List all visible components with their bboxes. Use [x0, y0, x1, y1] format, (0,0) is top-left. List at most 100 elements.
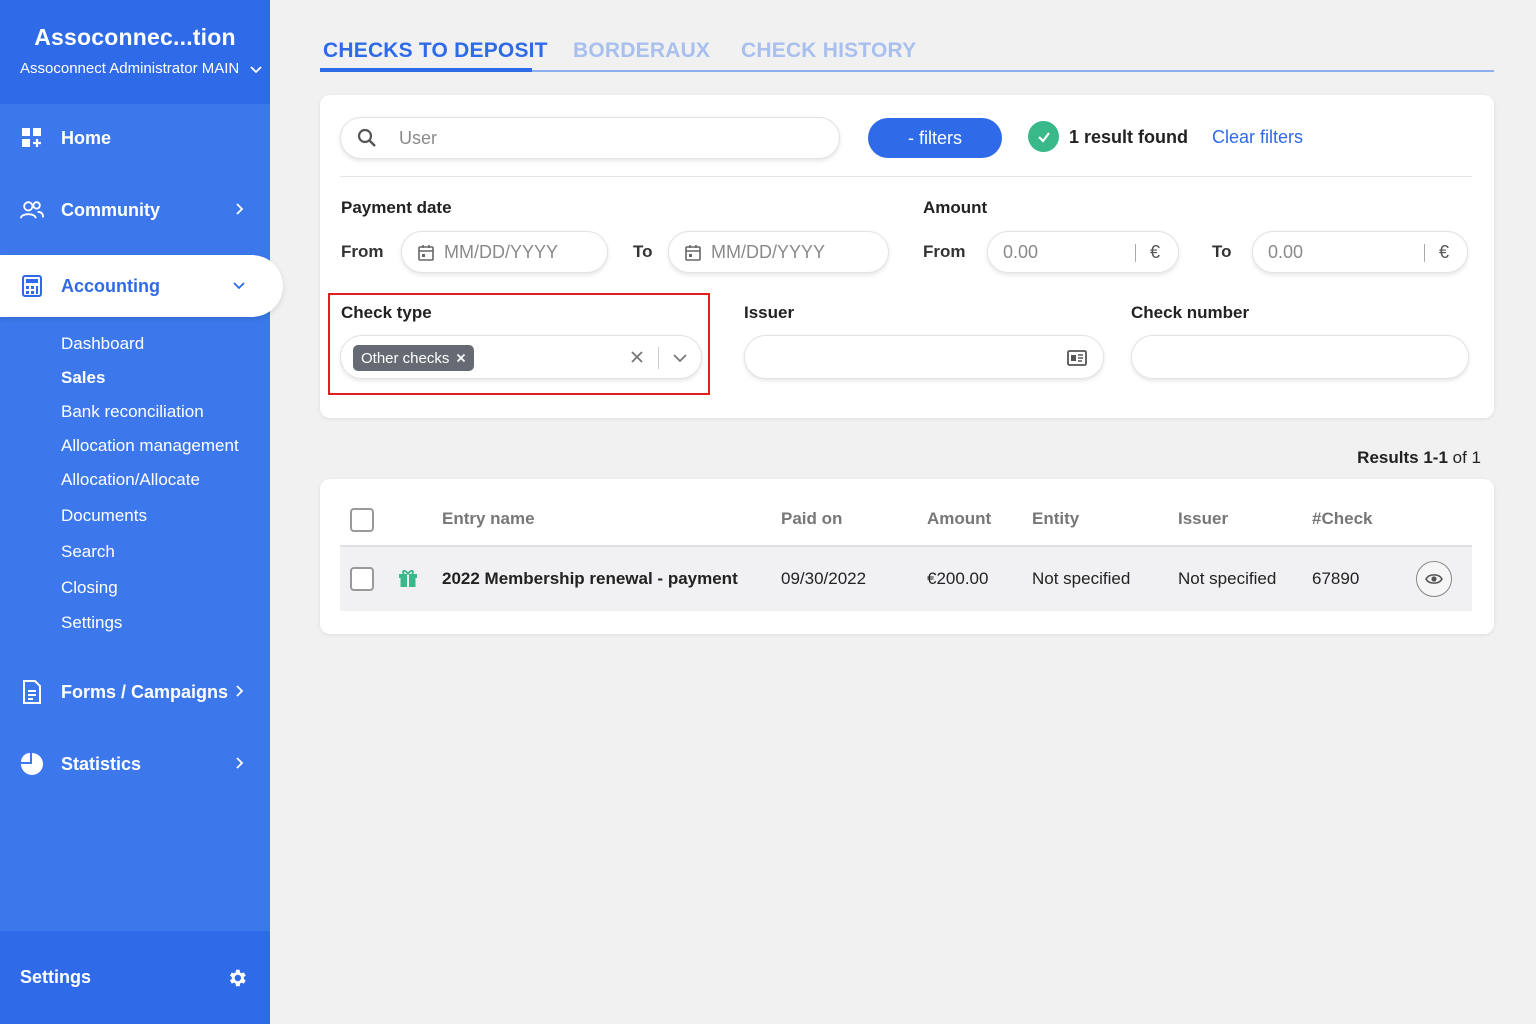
- column-header-amount[interactable]: Amount: [927, 509, 991, 529]
- result-count-text: 1 result found: [1069, 127, 1189, 147]
- sidebar-subitem-allocation-allocate[interactable]: Allocation/Allocate: [61, 470, 200, 490]
- account-label: Assoconnect Administrator MAIN: [20, 60, 240, 77]
- chevron-down-icon[interactable]: [672, 350, 688, 366]
- amount-to-input[interactable]: [1268, 241, 1398, 263]
- sidebar-item-home[interactable]: Home: [0, 107, 270, 169]
- payment-date-from-label: From: [341, 242, 384, 261]
- clear-filters-link[interactable]: Clear filters: [1212, 127, 1303, 148]
- calendar-icon: [685, 244, 701, 261]
- search-input[interactable]: [399, 127, 799, 149]
- sidebar-subitem-dashboard[interactable]: Dashboard: [61, 334, 144, 354]
- sidebar-settings-label: Settings: [20, 967, 92, 987]
- amount-label: Amount: [923, 198, 988, 217]
- table-row[interactable]: 2022 Membership renewal - payment 09/30/…: [340, 547, 1472, 611]
- results-prefix: Results: [1357, 448, 1419, 467]
- success-check-icon: [1028, 121, 1059, 152]
- sidebar-item-label: Home: [61, 127, 112, 148]
- filter-panel: - filters 1 result found Clear filters P…: [320, 95, 1494, 418]
- column-header-entity[interactable]: Entity: [1032, 509, 1079, 529]
- people-icon: [20, 198, 44, 222]
- results-count: Results 1-1 of 1: [1357, 448, 1481, 468]
- clear-selection-icon[interactable]: [629, 349, 645, 365]
- chevron-down-icon: [250, 65, 262, 73]
- dashboard-icon: [20, 126, 44, 150]
- sidebar-item-label: Statistics: [61, 753, 142, 774]
- field-separator: [1424, 244, 1425, 262]
- results-range: 1-1: [1423, 448, 1448, 467]
- chevron-right-icon: [236, 685, 244, 697]
- paid-on-cell: 09/30/2022: [781, 569, 867, 588]
- sidebar-subitem-bank-reconciliation[interactable]: Bank reconciliation: [61, 402, 204, 422]
- sidebar-item-accounting[interactable]: Accounting: [0, 255, 283, 317]
- field-separator: [658, 347, 659, 369]
- amount-to-field: €: [1252, 231, 1468, 273]
- payment-date-to-input[interactable]: [711, 241, 871, 263]
- sidebar-subitem-closing[interactable]: Closing: [61, 578, 118, 598]
- gift-icon: [399, 570, 417, 587]
- column-header-paid-on[interactable]: Paid on: [781, 509, 842, 529]
- sidebar-item-community[interactable]: Community: [0, 179, 270, 241]
- checks-table: Entry name Paid on Amount Entity Issuer …: [320, 479, 1494, 634]
- contact-card-icon[interactable]: [1067, 349, 1087, 367]
- sidebar-item-forms-campaigns[interactable]: Forms / Campaigns: [0, 661, 270, 723]
- document-icon: [20, 680, 44, 704]
- payment-date-label: Payment date: [341, 198, 452, 217]
- check-type-select[interactable]: Other checks: [340, 335, 702, 379]
- tab-bar: CHECKS TO DEPOSIT BORDERAUX CHECK HISTOR…: [320, 36, 1494, 72]
- column-header-entry-name[interactable]: Entry name: [442, 509, 535, 529]
- check-number-label: Check number: [1131, 303, 1250, 322]
- check-type-chip-label: Other checks: [361, 349, 450, 367]
- tab-borderaux[interactable]: BORDERAUX: [573, 39, 710, 63]
- amount-from-field: €: [987, 231, 1179, 273]
- chevron-right-icon: [236, 203, 244, 215]
- calendar-icon: [418, 244, 434, 261]
- sidebar-subitem-sales[interactable]: Sales: [61, 368, 105, 388]
- sidebar-settings[interactable]: Settings: [0, 931, 270, 1024]
- entity-cell: Not specified: [1032, 569, 1131, 588]
- currency-symbol: €: [1438, 242, 1449, 262]
- field-separator: [1135, 244, 1136, 262]
- payment-date-from-field: [401, 231, 608, 273]
- payment-date-from-input[interactable]: [444, 241, 604, 263]
- sidebar-item-label: Forms / Campaigns: [61, 681, 229, 702]
- sidebar-item-statistics[interactable]: Statistics: [0, 733, 270, 795]
- gear-icon[interactable]: [226, 967, 248, 989]
- check-type-chip: Other checks: [353, 345, 475, 371]
- search-box: [340, 117, 840, 159]
- issuer-label: Issuer: [744, 303, 795, 322]
- eye-icon: [1425, 574, 1443, 584]
- chevron-down-icon: [233, 282, 245, 290]
- amount-from-label: From: [923, 242, 966, 261]
- remove-chip-icon[interactable]: [456, 353, 466, 363]
- payment-date-to-label: To: [633, 242, 653, 261]
- sidebar-subitem-search[interactable]: Search: [61, 542, 115, 562]
- check-number-input[interactable]: [1148, 347, 1448, 368]
- view-button[interactable]: [1416, 561, 1452, 597]
- entry-name-cell[interactable]: 2022 Membership renewal - payment: [442, 569, 738, 589]
- tab-checks-to-deposit[interactable]: CHECKS TO DEPOSIT: [323, 39, 548, 63]
- currency-symbol: €: [1149, 242, 1160, 262]
- pie-chart-icon: [20, 752, 44, 776]
- column-header-issuer[interactable]: Issuer: [1178, 509, 1228, 529]
- search-icon: [357, 128, 376, 147]
- toggle-filters-button[interactable]: - filters: [868, 118, 1002, 158]
- tab-check-history[interactable]: CHECK HISTORY: [741, 39, 916, 63]
- sidebar-subitem-documents[interactable]: Documents: [61, 506, 147, 526]
- amount-from-input[interactable]: [1003, 241, 1133, 263]
- column-header-check-number[interactable]: #Check: [1312, 509, 1372, 529]
- issuer-input[interactable]: [761, 347, 1061, 368]
- check-number-cell: 67890: [1312, 569, 1360, 588]
- sidebar-subitem-allocation-management[interactable]: Allocation management: [61, 436, 239, 456]
- account-switcher[interactable]: Assoconnect Administrator MAIN: [0, 60, 270, 77]
- sidebar-item-label: Accounting: [61, 275, 160, 296]
- select-all-checkbox[interactable]: [350, 508, 374, 532]
- payment-date-to-field: [668, 231, 889, 273]
- amount-cell: €200.00: [927, 569, 989, 588]
- organization-name: Assoconnec...tion: [34, 24, 236, 50]
- chevron-right-icon: [236, 757, 244, 769]
- results-total: of 1: [1452, 448, 1481, 467]
- active-tab-indicator: [320, 68, 532, 72]
- row-checkbox[interactable]: [350, 567, 374, 591]
- divider: [340, 176, 1472, 177]
- sidebar-subitem-settings[interactable]: Settings: [61, 613, 122, 633]
